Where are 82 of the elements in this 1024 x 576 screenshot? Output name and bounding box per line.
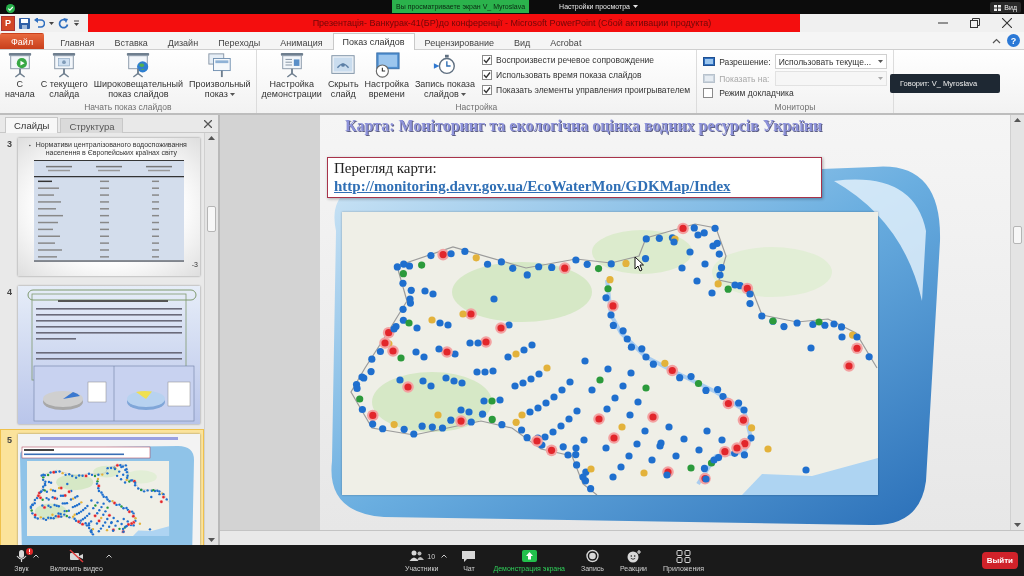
cursor-icon [634,256,644,272]
apps-grid-icon [675,549,692,563]
group-label: Мониторы [773,102,817,113]
down-arrow-icon[interactable] [208,538,215,542]
slide-thumbnail-drawing[interactable] [18,286,200,424]
crossed-camera-icon [67,549,85,563]
check-badge-icon [6,4,15,13]
checkbox-label: Воспроизвести речевое сопровождение [496,55,655,65]
redo-icon[interactable] [58,17,69,29]
slide-title: Карта: Моніторинг та екологічна оцінка водних ресурсів України [345,117,823,135]
chat-bubble-icon [460,549,478,563]
horizontal-scrollbar[interactable] [220,530,1024,545]
caret-icon [632,5,638,8]
ribbon-tab[interactable]: Дизайн [157,34,209,50]
link-label: Перегляд карти: [334,159,437,177]
slide-number: 3 [6,138,13,150]
close-icon[interactable] [204,119,212,128]
caret-icon[interactable] [441,554,448,558]
ribbon-tab[interactable]: Показ слайдов [332,33,415,50]
ribbon-button[interactable]: Настройка времени [361,52,412,99]
stacked-screens-icon [205,52,234,78]
caret-icon[interactable] [105,554,112,558]
ribbon-tab[interactable]: Вставка [104,34,158,50]
up-arrow-icon[interactable] [208,136,215,140]
checkbox-label: Режим докладчика [719,88,795,98]
ribbon-button[interactable]: Широковещательный показ слайдов [90,52,187,99]
down-arrow-icon[interactable] [1014,523,1021,527]
vertical-scrollbar[interactable] [204,133,218,545]
save-icon[interactable] [19,17,30,29]
caret-icon[interactable] [33,554,39,558]
app-logo: P [1,15,15,31]
ribbon-button[interactable]: Произвольный показ [186,52,254,99]
caret-icon[interactable] [49,21,54,25]
ribbon-tab[interactable]: Анимация [270,34,333,50]
vertical-scrollbar[interactable] [1010,115,1024,530]
select-field[interactable]: Использовать текуще... [774,54,887,69]
ribbon-button[interactable]: Запись показа слайдов [411,52,478,99]
map-link[interactable]: http://monitoring.davr.gov.ua/EcoWaterMon/GDKMap/Index [334,177,731,195]
ribbon-tab[interactable]: Рецензирование [414,34,505,50]
customize-menu-icon[interactable] [73,18,80,28]
group-label: Настройка [454,102,499,113]
ribbon-button[interactable]: С начала [2,52,38,99]
slide-number: 4 [6,286,13,298]
checkbox-label: Использовать время показа слайдов [496,70,642,80]
file-tab[interactable]: Файл [0,33,45,49]
ribbon-button[interactable]: Скрыть слайд [324,52,362,99]
checkbox-label: Показать элементы управления проигрывателем [496,85,691,95]
ribbon-button[interactable]: Настройка демонстрации [258,52,325,99]
grid-icon [994,4,1002,11]
up-arrow-icon[interactable] [1014,118,1021,122]
undo-icon[interactable] [34,18,45,28]
field-label: Разрешение: [719,56,771,67]
panel-tab[interactable]: Структура [60,118,124,133]
ribbon-button[interactable]: С текущего слайда [37,52,91,99]
checkbox[interactable] [703,88,714,98]
group-label: Начать показ слайдов [83,102,173,113]
ribbon-tab[interactable]: Вид [504,34,541,50]
ribbon-tab[interactable]: Главная [50,34,105,50]
monitor-icon [703,73,716,84]
close-icon[interactable] [1002,18,1012,28]
people-icon [408,549,426,563]
field-label: Показать на: [719,73,771,84]
caret-icon [877,77,883,80]
slide-list-item[interactable]: 5 [0,429,204,545]
leave-button[interactable]: Выйти [981,552,1018,569]
record-icon [583,549,601,563]
checkbox[interactable] [482,55,492,65]
ribbon-tab[interactable]: Acrobat [540,34,592,50]
checkbox[interactable] [482,85,492,95]
panel-tab[interactable]: Слайды [5,117,59,133]
slide-number: 5 [6,434,13,446]
caret-icon [877,60,883,63]
window-title: Презентація- Ванкурак-41(БР)до конференції - Microsoft PowerPoint (Сбой активации продукта) [312,18,712,28]
restore-icon[interactable] [970,18,980,28]
scrollbar-thumb[interactable] [1013,226,1022,244]
checkbox[interactable] [482,70,492,80]
slide-list-item[interactable]: 4 [0,281,204,429]
help-button[interactable]: ? [1007,34,1020,47]
monitor-icon [703,56,716,67]
ribbon-tab[interactable]: Переходы [208,34,271,50]
chevron-up-icon[interactable] [992,37,1001,44]
scrollbar-thumb[interactable] [207,206,216,232]
